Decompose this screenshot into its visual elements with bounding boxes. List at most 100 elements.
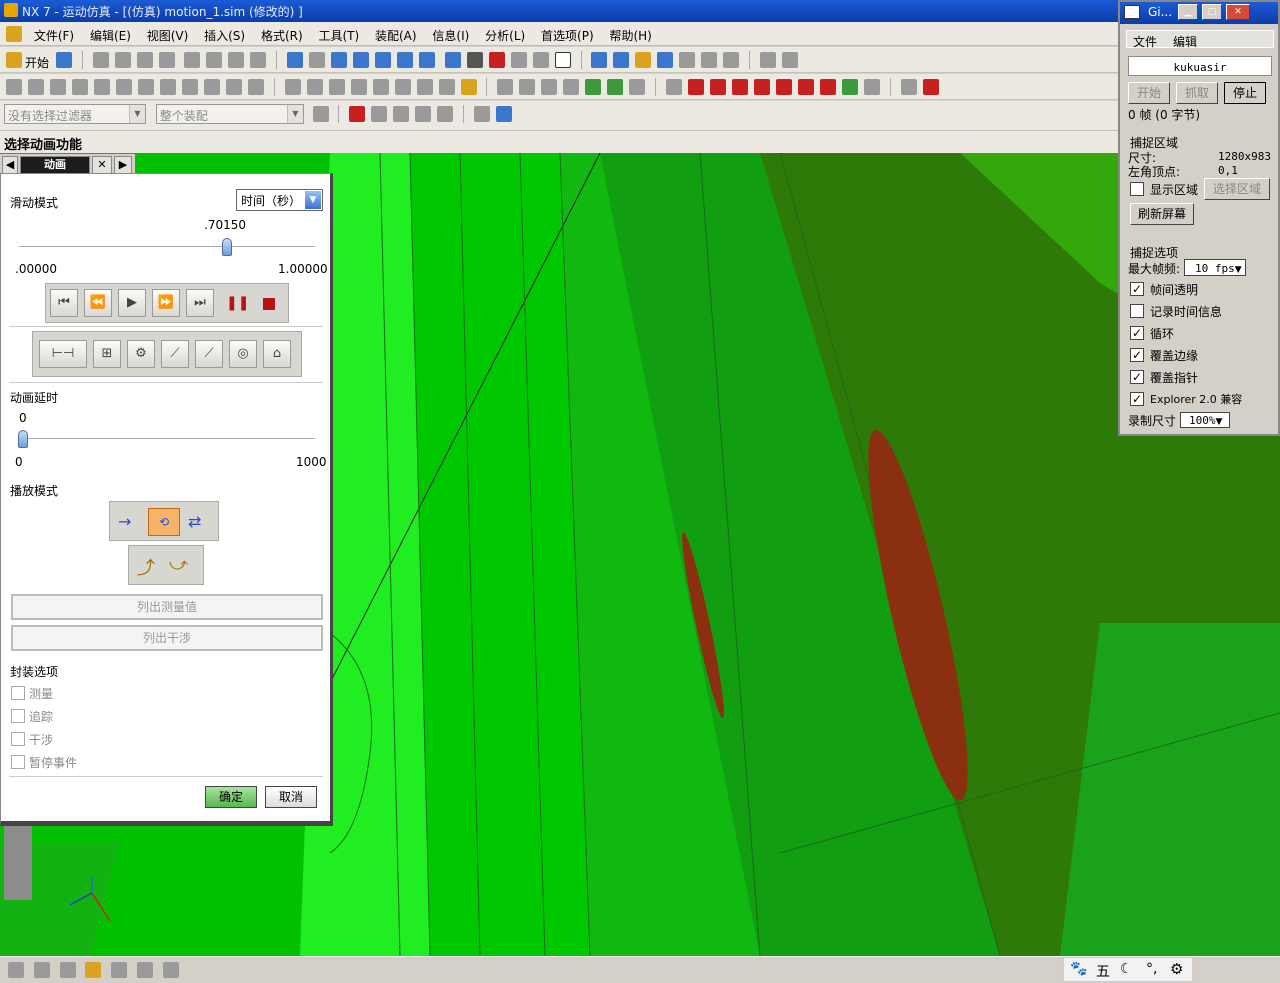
menu-info[interactable]: 信息(I) [426, 22, 475, 44]
envelope-icon[interactable] [416, 79, 433, 95]
fast-forward-red-icon[interactable] [775, 79, 792, 95]
close-icon[interactable]: ✕ [92, 156, 112, 174]
view-orient-icon[interactable] [444, 52, 461, 68]
checkbox-measure[interactable] [11, 686, 25, 700]
ping-pong-icon[interactable]: ⇄ [188, 512, 201, 531]
interference-animation-icon[interactable]: ◎ [229, 340, 257, 368]
snapshot-icon[interactable]: ⊞ [93, 340, 121, 368]
gif-grab-button[interactable]: 抓取 [1176, 82, 1218, 104]
cut-icon[interactable] [92, 52, 109, 68]
delete-icon[interactable] [158, 52, 175, 68]
shade-icon[interactable] [488, 52, 505, 68]
select-icon[interactable] [657, 52, 674, 68]
status-assembly-icon[interactable] [33, 962, 50, 978]
paste-icon[interactable] [136, 52, 153, 68]
gif-start-button[interactable]: 开始 [1128, 82, 1170, 104]
loop-mode-icon[interactable]: ⟲ [148, 508, 180, 536]
spring-icon[interactable] [138, 79, 154, 95]
menu-assembly[interactable]: 装配(A) [369, 22, 423, 44]
flag-icon[interactable] [94, 79, 110, 95]
joint-icon[interactable] [28, 79, 44, 95]
redo-icon[interactable] [228, 52, 245, 68]
force-icon[interactable] [204, 79, 220, 95]
start-button[interactable]: 开始 [25, 54, 49, 71]
link-icon[interactable] [6, 79, 22, 95]
snap-point-icon[interactable] [349, 106, 366, 122]
tab-prev-button[interactable]: ◀ [2, 156, 18, 174]
tab-next-button[interactable]: ▶ [114, 156, 132, 174]
minimize-icon[interactable]: ▁ [1178, 4, 1198, 20]
status-snap-icon[interactable] [85, 962, 102, 978]
cube-icon[interactable] [495, 106, 512, 122]
tab-animation[interactable]: 动画 [20, 156, 90, 174]
camera-icon[interactable] [418, 52, 435, 68]
checkbox-pause-event[interactable] [11, 755, 25, 769]
pan-icon[interactable] [396, 52, 413, 68]
copy-icon[interactable] [114, 52, 131, 68]
trace-icon[interactable] [372, 79, 389, 95]
maximize-icon[interactable]: □ [1202, 4, 1222, 20]
gif-opt-transparent-checkbox[interactable]: ✓ [1130, 282, 1144, 296]
step-back-icon[interactable] [563, 79, 580, 95]
zoom-icon[interactable] [308, 52, 325, 68]
stop-icon[interactable] [263, 298, 275, 310]
loop-icon[interactable] [841, 79, 858, 95]
damper-icon[interactable] [160, 79, 176, 95]
environment-icon[interactable] [519, 79, 536, 95]
select-rectangle-icon[interactable] [473, 106, 490, 122]
menu-analysis[interactable]: 分析(L) [479, 22, 531, 44]
checkbox-trace[interactable] [11, 709, 25, 723]
gif-menu-file[interactable]: 文件 [1133, 33, 1157, 50]
face-rule-icon[interactable] [393, 106, 410, 122]
gear-joint-icon[interactable] [116, 79, 132, 95]
stop-red-icon[interactable] [819, 79, 836, 95]
step-back-red-icon[interactable] [709, 79, 726, 95]
status-constraint-icon[interactable] [59, 962, 76, 978]
rotate-icon[interactable] [374, 52, 391, 68]
graph-icon[interactable] [350, 79, 367, 95]
csys-icon[interactable] [613, 52, 630, 68]
stop-tool-icon[interactable] [665, 79, 682, 95]
undo-icon[interactable] [184, 52, 201, 68]
delay-slider-thumb[interactable] [18, 430, 28, 448]
list-measurements-button[interactable]: 列出测量值 [11, 594, 323, 620]
time-slider-track[interactable] [19, 246, 315, 248]
export-icon[interactable] [863, 79, 880, 95]
explode-icon[interactable] [394, 79, 411, 95]
contact-icon[interactable] [248, 79, 264, 95]
function-icon[interactable] [50, 79, 66, 95]
status-tool-icon[interactable] [8, 962, 24, 978]
step-forward-red-icon[interactable] [753, 79, 770, 95]
punctuation-icon[interactable]: °, [1146, 961, 1157, 977]
play-red-icon[interactable] [731, 79, 748, 95]
measure-icon[interactable] [701, 52, 718, 68]
arrow-left-icon[interactable] [585, 79, 602, 95]
fit-view-icon[interactable] [286, 52, 303, 68]
constraint-icon[interactable] [306, 79, 323, 95]
fast-forward-to-end-icon[interactable]: ⏭ [186, 289, 214, 317]
zoom-in-icon[interactable] [352, 52, 369, 68]
point-icon[interactable] [679, 52, 696, 68]
play-once-icon[interactable]: → [118, 512, 131, 531]
menu-preferences[interactable]: 首选项(P) [535, 22, 600, 44]
explode-animation-icon[interactable]: ⟋ [195, 340, 223, 368]
record-icon[interactable] [922, 79, 939, 95]
rewind-to-start-icon[interactable]: ⏮ [50, 289, 78, 317]
gear-icon[interactable]: ⚙ [1170, 960, 1183, 978]
pause-icon[interactable]: ❚❚ [226, 295, 249, 311]
menu-insert[interactable]: 插入(S) [198, 22, 251, 44]
measure-motion-icon[interactable] [460, 79, 477, 95]
time-slider-thumb[interactable] [221, 238, 232, 256]
trace-animation-icon[interactable]: ⟋ [161, 340, 189, 368]
menu-file[interactable]: 文件(F) [28, 22, 80, 44]
gif-rec-size-select[interactable]: 100%▼ [1180, 412, 1230, 428]
snap-icon[interactable] [635, 52, 652, 68]
checkbox-interference[interactable] [11, 732, 25, 746]
repeat-icon[interactable] [206, 52, 223, 68]
body-rule-icon[interactable] [415, 106, 432, 122]
scope-filter-select[interactable]: 整个装配 ▼ [155, 104, 304, 124]
bushing-icon[interactable] [182, 79, 198, 95]
marker-end-icon[interactable]: ⤻ [169, 554, 188, 575]
save-icon[interactable] [55, 52, 72, 68]
cancel-button[interactable]: 取消 [265, 786, 317, 808]
